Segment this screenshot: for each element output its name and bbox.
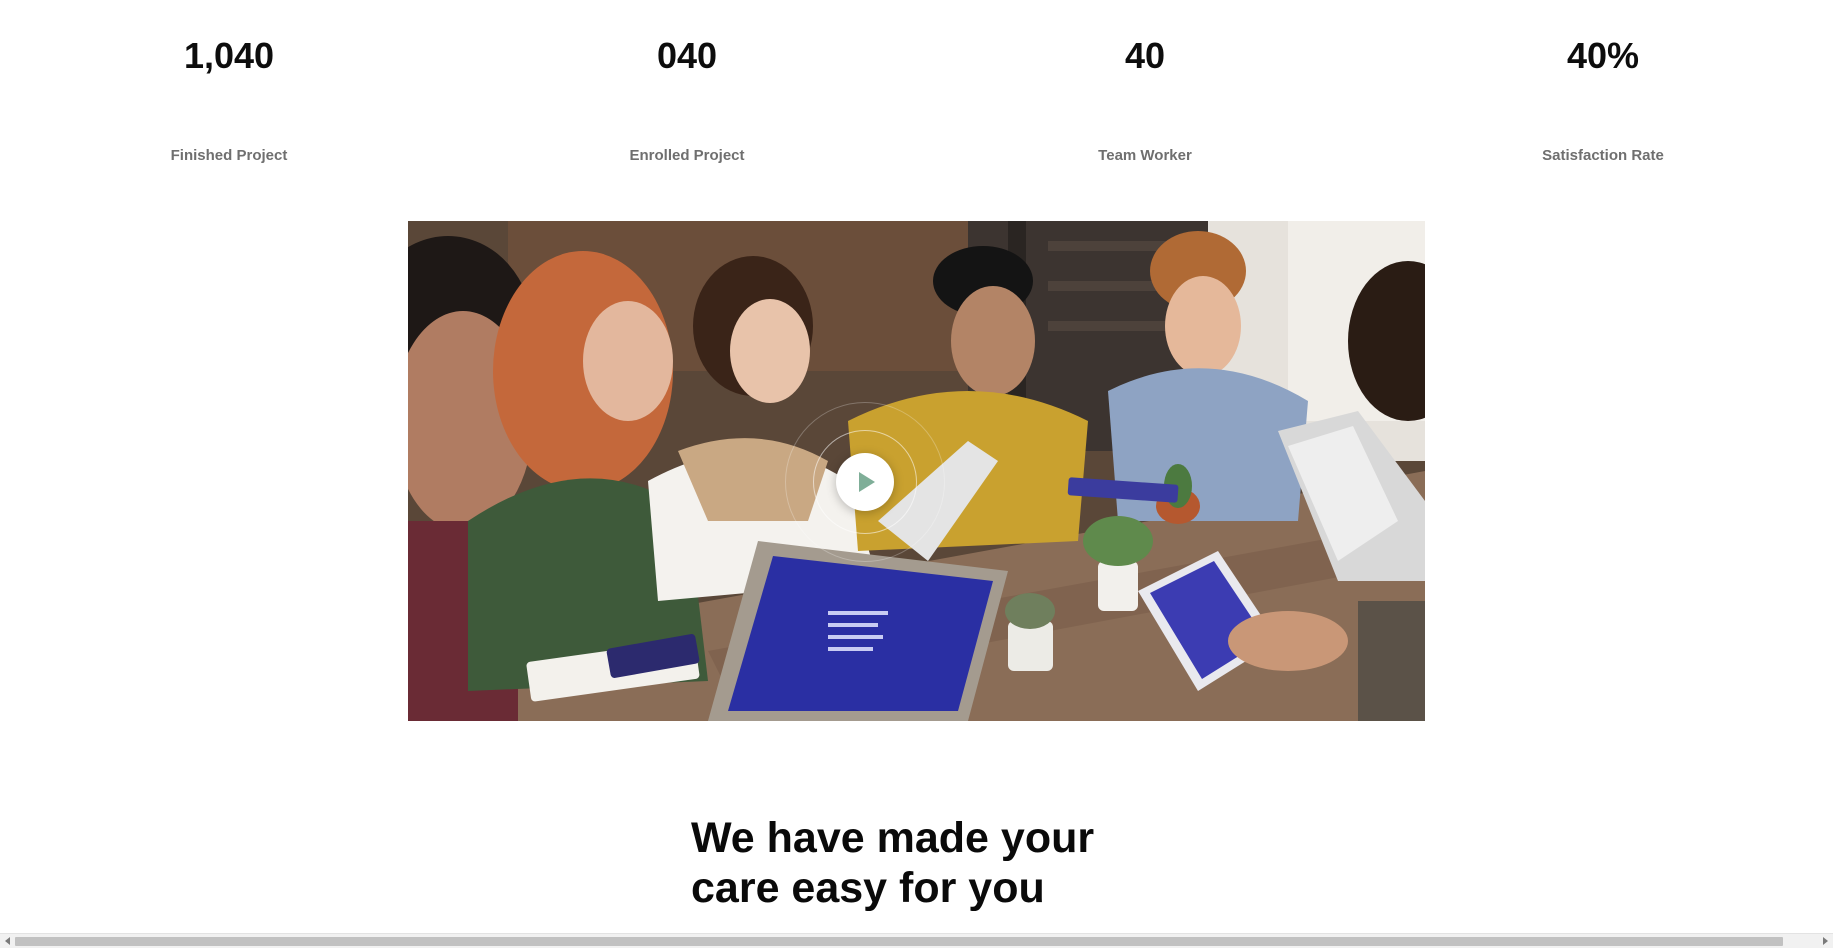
horizontal-scrollbar[interactable] — [0, 933, 1833, 948]
play-icon — [859, 472, 875, 492]
stats-row: 1,040 Finished Project 040 Enrolled Proj… — [0, 28, 1833, 168]
scroll-left-arrow-icon[interactable] — [5, 937, 10, 945]
stat-value: 40% — [1566, 35, 1640, 76]
stat-value: 040 — [656, 35, 718, 76]
heading-line-2: care easy for you — [691, 864, 1045, 912]
section-heading: We have made your care easy for you — [691, 813, 1211, 913]
stat-label: Team Worker — [1098, 147, 1192, 164]
stat-team-worker: 40 Team Worker — [1025, 28, 1265, 166]
stat-value: 1,040 — [183, 35, 275, 76]
stat-enrolled-project: 040 Enrolled Project — [567, 28, 807, 166]
scrollbar-thumb[interactable] — [15, 937, 1783, 946]
page: 1,040 Finished Project 040 Enrolled Proj… — [0, 0, 1833, 948]
stat-value: 40 — [1124, 35, 1166, 76]
stat-label: Finished Project — [170, 147, 288, 164]
stat-finished-project: 1,040 Finished Project — [109, 28, 349, 166]
stat-satisfaction-rate: 40% Satisfaction Rate — [1483, 28, 1723, 166]
play-button[interactable] — [836, 453, 894, 511]
stat-label: Satisfaction Rate — [1542, 147, 1664, 164]
scroll-right-arrow-icon[interactable] — [1823, 937, 1828, 945]
stat-label: Enrolled Project — [629, 147, 745, 164]
play-rings — [408, 295, 1425, 595]
heading-line-1: We have made your — [691, 814, 1095, 862]
video-thumbnail[interactable] — [408, 221, 1425, 721]
